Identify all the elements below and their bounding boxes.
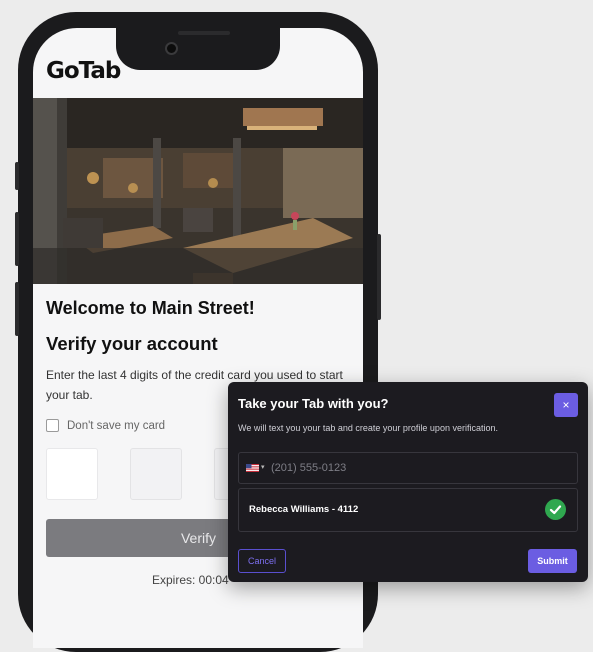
save-card-checkbox[interactable]	[46, 419, 59, 432]
phone-number-field[interactable]: ▾	[238, 452, 578, 484]
modal-title: Take your Tab with you?	[238, 396, 389, 411]
front-camera	[165, 42, 178, 55]
speaker	[178, 31, 230, 35]
restaurant-interior-image	[33, 98, 363, 284]
power-button	[377, 234, 381, 320]
cancel-button[interactable]: Cancel	[238, 549, 286, 573]
submit-button[interactable]: Submit	[528, 549, 577, 573]
card-holder-row: Rebecca Williams - 4112	[238, 488, 578, 532]
close-icon[interactable]: ×	[554, 393, 578, 417]
notch	[116, 28, 280, 70]
chevron-down-icon[interactable]: ▾	[261, 463, 265, 471]
volume-up-button	[15, 212, 19, 266]
us-flag-icon[interactable]	[246, 464, 259, 472]
take-tab-modal: Take your Tab with you? × We will text y…	[228, 382, 588, 582]
check-circle-icon	[545, 499, 566, 520]
card-digit-input-2[interactable]	[130, 448, 182, 500]
phone-number-input[interactable]	[271, 460, 521, 476]
welcome-heading: Welcome to Main Street!	[46, 298, 255, 318]
restaurant-photo	[33, 98, 363, 284]
volume-down-button	[15, 282, 19, 336]
save-card-label: Don't save my card	[67, 419, 166, 432]
silent-switch	[15, 162, 19, 190]
expires-timer: Expires: 00:04	[152, 573, 229, 587]
gotab-logo: GoTab	[46, 58, 121, 84]
save-card-option[interactable]: Don't save my card	[46, 419, 165, 432]
verify-account-title: Verify your account	[46, 333, 218, 354]
card-holder-label: Rebecca Williams - 4112	[249, 504, 359, 515]
modal-description: We will text you your tab and create you…	[238, 423, 498, 433]
card-digit-input-1[interactable]	[46, 448, 98, 500]
